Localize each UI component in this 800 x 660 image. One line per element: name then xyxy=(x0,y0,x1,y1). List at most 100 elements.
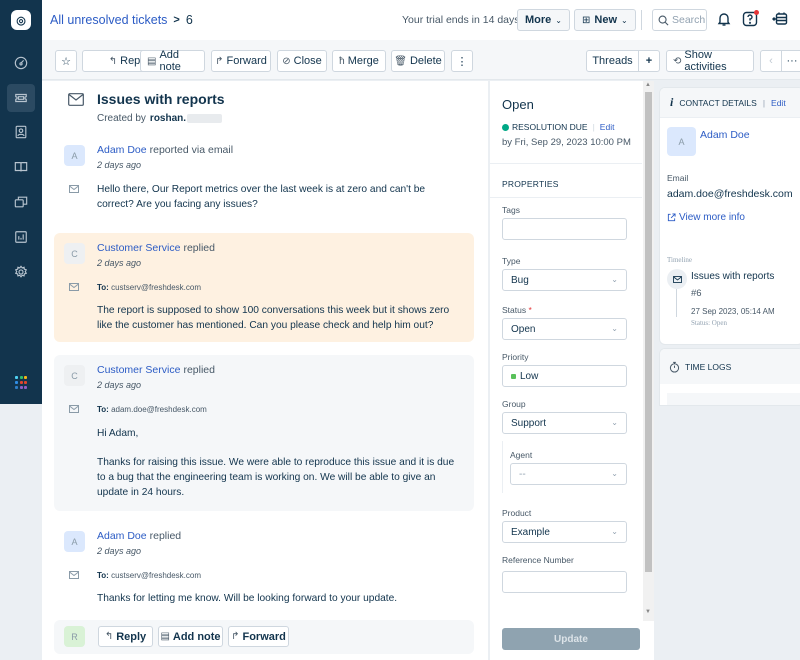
scroll-up-icon[interactable]: ▲ xyxy=(645,82,651,88)
ticket-overflow-button[interactable]: ··· xyxy=(781,50,800,72)
app-dot xyxy=(15,376,18,379)
to-label: To: xyxy=(97,405,109,414)
timeline-node xyxy=(667,269,687,289)
chevron-down-icon: ⌄ xyxy=(611,527,618,536)
forward-icon: ↱ xyxy=(215,55,224,67)
reference-number-input[interactable] xyxy=(502,571,627,593)
new-button[interactable]: ⊞ New ⌄ xyxy=(574,9,636,31)
ticket-toolbar: ☆ ↰ Reply ▤ Add note ↱ Forward ⊘ Close ћ Merg… xyxy=(42,40,800,80)
delete-label: Delete xyxy=(409,55,442,67)
avatar: A xyxy=(64,145,85,166)
apps-grid-icon[interactable] xyxy=(15,376,28,389)
product-label: Product xyxy=(502,508,532,518)
timeline-label: Timeline xyxy=(667,256,693,264)
book-icon xyxy=(14,162,28,172)
type-select[interactable]: Bug ⌄ xyxy=(502,269,627,291)
nav-forums[interactable] xyxy=(7,188,35,216)
nav-tickets[interactable] xyxy=(7,84,35,112)
nav-admin[interactable] xyxy=(7,258,35,286)
contact-name-link[interactable]: Adam Doe xyxy=(700,129,750,141)
message-recipient: To: custserv@freshdesk.com xyxy=(97,571,201,580)
group-select[interactable]: Support ⌄ xyxy=(502,412,627,434)
merge-button[interactable]: ћ Merge xyxy=(332,50,386,72)
nav-reports[interactable] xyxy=(7,223,35,251)
threads-button[interactable]: Threads xyxy=(586,50,639,72)
conversation-message: A Adam Doe replied 2 days ago To: custser… xyxy=(54,523,474,613)
mail-icon xyxy=(69,283,79,291)
chevron-down-icon: ⌄ xyxy=(611,469,618,478)
add-note-button[interactable]: ▤ Add note xyxy=(158,626,223,647)
mail-icon xyxy=(672,275,682,283)
star-button[interactable]: ☆ xyxy=(55,50,77,72)
forward-button[interactable]: ↱ Forward xyxy=(211,50,271,72)
avatar: A xyxy=(64,531,85,552)
header-divider xyxy=(641,10,642,30)
agent-select[interactable]: -- ⌄ xyxy=(510,463,627,485)
notification-dot xyxy=(754,10,759,15)
time-logs-body xyxy=(667,393,800,405)
add-thread-button[interactable]: + xyxy=(638,50,660,72)
author-link[interactable]: Customer Service xyxy=(97,364,180,376)
edit-due-link[interactable]: Edit xyxy=(600,122,615,132)
contact-avatar: A xyxy=(667,127,696,156)
edit-contact-link[interactable]: Edit xyxy=(771,98,786,108)
merge-icon: ћ xyxy=(339,55,345,67)
author-link[interactable]: Adam Doe xyxy=(97,144,147,156)
more-actions-button[interactable]: ⋮ xyxy=(451,50,473,72)
to-label: To: xyxy=(97,571,109,580)
status-value: Open xyxy=(511,323,536,335)
author-link[interactable]: Adam Doe xyxy=(97,530,147,542)
notifications-button[interactable] xyxy=(715,10,733,28)
nav-dashboard[interactable] xyxy=(7,49,35,77)
view-more-info-link[interactable]: View more info xyxy=(667,212,745,223)
message-recipient: To: adam.doe@freshdesk.com xyxy=(97,405,207,414)
add-note-label: Add note xyxy=(172,630,221,643)
star-icon: ☆ xyxy=(61,55,71,68)
priority-indicator-icon xyxy=(511,373,516,379)
properties-scrollbar[interactable]: ▲ ▼ xyxy=(643,81,654,621)
email-label: Email xyxy=(667,173,689,183)
status-label-text: Status xyxy=(502,305,527,315)
breadcrumb-chevron-icon: > xyxy=(173,14,180,26)
nav-contacts[interactable] xyxy=(7,118,35,146)
nav-solutions[interactable] xyxy=(7,153,35,181)
app-dot xyxy=(24,376,27,379)
more-label: More xyxy=(525,14,552,26)
time-logs-header[interactable]: TIME LOGS xyxy=(660,349,800,384)
chevron-down-icon: ⌄ xyxy=(555,15,562,25)
more-button[interactable]: More ⌄ xyxy=(517,9,570,31)
ticket-status-title: Open xyxy=(502,97,534,112)
product-select[interactable]: Example ⌄ xyxy=(502,521,627,543)
search-input[interactable]: Search xyxy=(652,9,707,31)
add-note-label: Add note xyxy=(159,49,181,73)
contact-details-card: i CONTACT DETAILS | Edit A Adam Doe Emai… xyxy=(659,87,800,345)
status-select[interactable]: Open ⌄ xyxy=(502,318,627,340)
close-button[interactable]: ⊘ Close xyxy=(277,50,327,72)
timeline-ticket-title[interactable]: Issues with reports xyxy=(691,271,774,282)
reply-button[interactable]: ↰ Reply xyxy=(98,626,153,647)
show-activities-button[interactable]: ⟲ Show activities xyxy=(666,49,754,73)
freshdesk-logo[interactable]: ◎ xyxy=(0,0,42,40)
chevron-left-icon: ‹ xyxy=(769,55,773,67)
calendar-switch-button[interactable] xyxy=(771,10,789,28)
conversation-message: C Customer Service replied 2 days ago To:… xyxy=(54,355,474,511)
close-label: Close xyxy=(293,55,322,67)
priority-select[interactable]: Low xyxy=(502,365,627,387)
previous-ticket-button[interactable]: ‹ xyxy=(760,50,782,72)
add-note-button[interactable]: ▤ Add note xyxy=(140,49,205,73)
update-button[interactable]: Update xyxy=(502,628,640,650)
scrollbar-thumb[interactable] xyxy=(645,92,652,572)
delete-button[interactable]: 🗑 Delete xyxy=(391,50,445,72)
scroll-down-icon[interactable]: ▼ xyxy=(645,609,651,615)
forward-button[interactable]: ↱ Forward xyxy=(228,626,289,647)
ticket-icon xyxy=(15,93,27,103)
breadcrumb-all-unresolved[interactable]: All unresolved tickets xyxy=(50,13,167,27)
trash-icon: 🗑 xyxy=(394,55,407,67)
priority-label: Priority xyxy=(502,352,529,362)
properties-heading: PROPERTIES xyxy=(502,179,559,189)
help-button[interactable] xyxy=(741,10,759,28)
external-link-icon xyxy=(667,213,676,222)
author-link[interactable]: Customer Service xyxy=(97,242,180,254)
tags-input[interactable] xyxy=(502,218,627,240)
message-body: Thanks for letting me know. Will be look… xyxy=(97,593,398,604)
